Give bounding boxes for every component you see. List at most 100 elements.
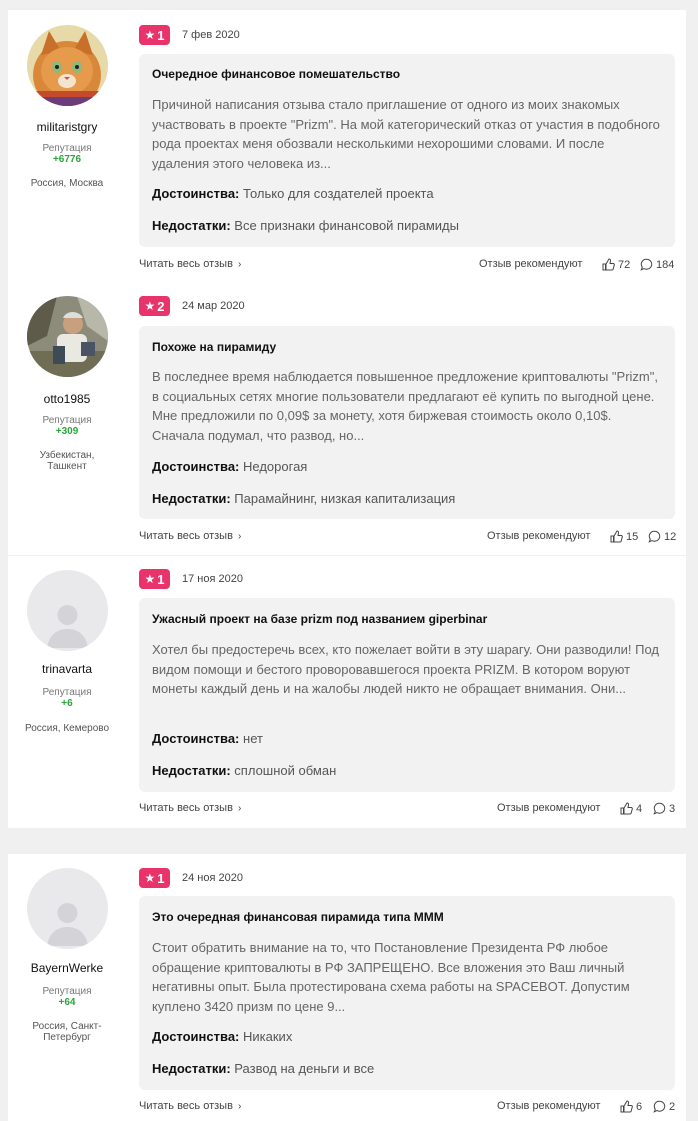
- pros-label: Достоинства:: [152, 731, 240, 746]
- cons-label: Недостатки:: [152, 491, 231, 506]
- cons-text: Парамайнинг, низкая капитализация: [234, 491, 456, 506]
- review-cons: Недостатки: Парамайнинг, низкая капитали…: [152, 491, 455, 506]
- cons-text: Все признаки финансовой пирамиды: [234, 218, 459, 233]
- pros-label: Достоинства:: [152, 186, 240, 201]
- like-button[interactable]: 72: [602, 258, 630, 271]
- review-pros: Достоинства: нет: [152, 731, 263, 746]
- comment-icon: [653, 1100, 666, 1113]
- username[interactable]: otto1985: [8, 392, 126, 406]
- star-icon: ★: [144, 572, 156, 586]
- chevron-right-icon: ›: [237, 259, 242, 270]
- cons-label: Недостатки:: [152, 218, 231, 233]
- comments-button[interactable]: 12: [648, 530, 676, 543]
- rating-badge: ★ 1: [139, 25, 170, 45]
- review-title[interactable]: Это очередная финансовая пирамида типа М…: [152, 910, 444, 924]
- username[interactable]: militaristgry: [8, 120, 126, 134]
- like-count: 72: [618, 258, 631, 271]
- review-card: militaristgry Репутация +6776 Россия, Мо…: [8, 10, 686, 282]
- reputation-value: +309: [55, 426, 79, 437]
- pros-text: Только для создателей проекта: [243, 186, 434, 201]
- comment-icon: [653, 802, 666, 815]
- like-button[interactable]: 15: [610, 530, 638, 543]
- reputation-label: Репутация: [42, 986, 92, 997]
- comment-count: 2: [669, 1100, 676, 1113]
- comments-button[interactable]: 2: [653, 1100, 675, 1113]
- username[interactable]: trinavarta: [8, 662, 126, 676]
- comment-icon: [648, 530, 661, 543]
- review-date: 17 ноя 2020: [182, 573, 243, 585]
- read-more-label: Читать весь отзыв: [139, 1100, 233, 1112]
- read-more-link[interactable]: Читать весь отзыв ›: [139, 802, 241, 814]
- review-body: Это очередная финансовая пирамида типа М…: [139, 896, 675, 1090]
- review-title[interactable]: Похоже на пирамиду: [152, 340, 276, 354]
- user-location: Россия, Кемерово: [24, 723, 110, 734]
- rating-badge: ★ 2: [139, 296, 170, 316]
- reputation-value: +6776: [52, 154, 82, 165]
- review-text: В последнее время наблюдается повышенное…: [152, 369, 658, 443]
- user-avatar[interactable]: [27, 570, 108, 651]
- review-text: Причиной написания отзыва стало приглаше…: [152, 97, 660, 171]
- comments-button[interactable]: 3: [653, 802, 675, 815]
- cons-label: Недостатки:: [152, 763, 231, 778]
- like-count: 4: [636, 802, 643, 815]
- username[interactable]: BayernWerke: [8, 961, 126, 975]
- review-card: otto1985 Репутация +309 Узбекистан, Ташк…: [8, 282, 686, 555]
- read-more-label: Читать весь отзыв: [139, 530, 233, 542]
- cons-label: Недостатки:: [152, 1061, 231, 1076]
- review-footer: Читать весь отзыв › Отзыв рекомендуют 15 …: [139, 530, 676, 546]
- review-cons: Недостатки: Развод на деньги и все: [152, 1061, 374, 1076]
- review-cons: Недостатки: сплошной обман: [152, 763, 336, 778]
- like-button[interactable]: 4: [620, 802, 642, 815]
- rating-value: 1: [157, 571, 165, 587]
- read-more-link[interactable]: Читать весь отзыв ›: [139, 258, 241, 270]
- review-pros: Достоинства: Только для создателей проек…: [152, 186, 434, 201]
- review-card: trinavarta Репутация +6 Россия, Кемерово…: [8, 556, 686, 828]
- user-location: Россия, Москва: [30, 178, 104, 189]
- review-text: Хотел бы предостеречь всех, кто пожелает…: [152, 642, 660, 696]
- chevron-right-icon: ›: [237, 531, 242, 542]
- review-pros: Достоинства: Недорогая: [152, 459, 307, 474]
- recommend-label: Отзыв рекомендуют: [479, 258, 583, 270]
- recommend-label: Отзыв рекомендуют: [497, 1100, 601, 1112]
- user-avatar[interactable]: [27, 868, 108, 949]
- rating-value: 2: [157, 298, 165, 314]
- thumbs-up-icon: [620, 802, 633, 815]
- review-pros: Достоинства: Никаких: [152, 1029, 292, 1044]
- pros-label: Достоинства:: [152, 1029, 240, 1044]
- rating-value: 1: [157, 870, 165, 886]
- reputation-label: Репутация: [42, 687, 92, 698]
- read-more-link[interactable]: Читать весь отзыв ›: [139, 530, 241, 542]
- review-body: Ужасный проект на базе prizm под названи…: [139, 598, 675, 792]
- reputation-label: Репутация: [42, 415, 92, 426]
- review-date: 24 ноя 2020: [182, 872, 243, 884]
- comment-icon: [640, 258, 653, 271]
- star-icon: ★: [144, 871, 156, 885]
- reputation-value: +6: [61, 698, 73, 709]
- pros-label: Достоинства:: [152, 459, 240, 474]
- review-footer: Читать весь отзыв › Отзыв рекомендуют 6 2: [139, 1100, 675, 1116]
- comment-count: 3: [669, 802, 676, 815]
- comment-count: 184: [656, 258, 675, 271]
- thumbs-up-icon: [602, 258, 615, 271]
- review-date: 24 мар 2020: [182, 300, 245, 312]
- like-button[interactable]: 6: [620, 1100, 642, 1113]
- like-count: 15: [626, 530, 639, 543]
- thumbs-up-icon: [620, 1100, 633, 1113]
- star-icon: ★: [144, 28, 156, 42]
- user-avatar[interactable]: [27, 25, 108, 106]
- read-more-link[interactable]: Читать весь отзыв ›: [139, 1100, 241, 1112]
- cons-text: сплошной обман: [234, 763, 337, 778]
- comment-count: 12: [664, 530, 677, 543]
- rating-badge: ★ 1: [139, 868, 170, 888]
- comments-button[interactable]: 184: [640, 258, 674, 271]
- user-avatar[interactable]: [27, 296, 108, 377]
- review-title[interactable]: Ужасный проект на базе prizm под названи…: [152, 612, 487, 626]
- pros-text: нет: [243, 731, 263, 746]
- thumbs-up-icon: [610, 530, 623, 543]
- user-location: Россия, Санкт-Петербург: [32, 1021, 102, 1043]
- pros-text: Недорогая: [243, 459, 308, 474]
- review-card: BayernWerke Репутация +64 Россия, Санкт-…: [8, 854, 686, 1121]
- review-title[interactable]: Очередное финансовое помешательство: [152, 67, 400, 81]
- recommend-label: Отзыв рекомендуют: [497, 802, 601, 814]
- review-date: 7 фев 2020: [182, 29, 240, 41]
